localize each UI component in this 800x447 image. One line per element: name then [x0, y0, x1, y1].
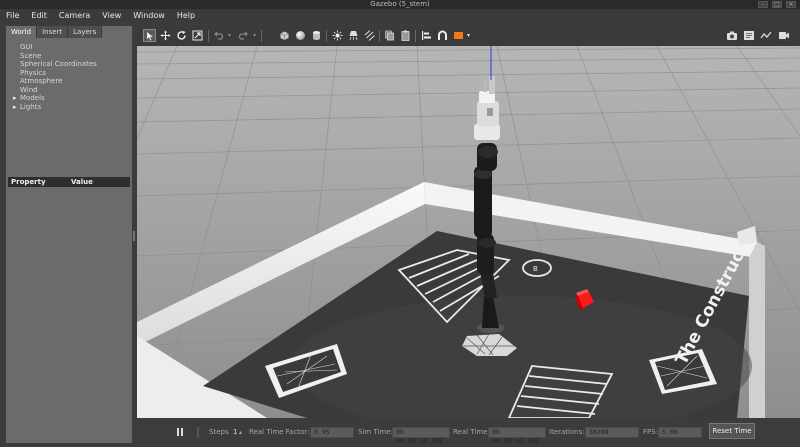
- time-panel: Steps 1 ▴ Real Time Factor: 0.95 Sim Tim…: [137, 418, 800, 447]
- steps-label: Steps: [209, 428, 229, 436]
- cylinder-icon[interactable]: [310, 29, 323, 42]
- real-time-factor-field: 0.95: [310, 427, 354, 438]
- steps-stepper-icon[interactable]: ▴: [239, 427, 242, 438]
- value-column-header: Value: [71, 178, 93, 186]
- real-time-label: Real Time:: [453, 428, 490, 436]
- tree-item-physics[interactable]: Physics: [20, 69, 132, 78]
- redo-icon[interactable]: [237, 29, 250, 42]
- undo-icon[interactable]: [212, 29, 225, 42]
- pause-icon[interactable]: [173, 425, 186, 438]
- log-icon[interactable]: [742, 29, 755, 42]
- time-panel-separator: [197, 427, 199, 438]
- panel-tabs: World Insert Layers: [6, 26, 103, 38]
- toolbar-separator: [261, 30, 262, 42]
- sphere-icon[interactable]: [294, 29, 307, 42]
- iterations-label: Iterations:: [549, 428, 585, 436]
- reset-time-button[interactable]: Reset Time: [709, 423, 755, 439]
- tab-world[interactable]: World: [6, 26, 38, 38]
- tab-insert[interactable]: Insert: [37, 26, 69, 38]
- menu-window[interactable]: Window: [133, 11, 165, 20]
- iterations-field: 38288: [585, 427, 639, 438]
- menu-camera[interactable]: Camera: [59, 11, 90, 20]
- scale-icon[interactable]: [191, 29, 204, 42]
- real-time-factor-label: Real Time Factor:: [249, 428, 310, 436]
- menu-file[interactable]: File: [6, 11, 19, 20]
- left-panel: World Insert Layers GUI Scene Spherical …: [6, 26, 132, 443]
- paste-icon[interactable]: [399, 29, 412, 42]
- property-column-header: Property: [11, 178, 46, 186]
- box-icon[interactable]: [278, 29, 291, 42]
- copy-icon[interactable]: [383, 29, 396, 42]
- close-button[interactable]: ×: [786, 1, 796, 8]
- directional-light-icon[interactable]: [363, 29, 376, 42]
- translate-icon[interactable]: [159, 29, 172, 42]
- real-time-field: 00 00:00:41.463: [488, 427, 546, 445]
- toolbar-separator: [208, 30, 209, 42]
- change-view-icon[interactable]: [452, 29, 465, 42]
- screenshot-icon[interactable]: [725, 29, 738, 42]
- rotate-icon[interactable]: [175, 29, 188, 42]
- point-light-icon[interactable]: [331, 29, 344, 42]
- floor-circle-label: B: [533, 265, 538, 273]
- plot-icon[interactable]: [759, 29, 772, 42]
- toolbar-separator: [415, 30, 416, 42]
- window-title: Gazebo (5_stem): [370, 0, 430, 8]
- record-icon[interactable]: [777, 29, 790, 42]
- tree-item-lights[interactable]: Lights: [13, 103, 132, 112]
- spot-light-icon[interactable]: [347, 29, 360, 42]
- align-icon[interactable]: [420, 29, 433, 42]
- fps-field: 5.00: [658, 427, 702, 438]
- window-titlebar: Gazebo (5_stem) – □ ×: [0, 0, 800, 9]
- undo-history-icon[interactable]: ▾: [226, 29, 233, 42]
- tree-item-models[interactable]: Models: [13, 94, 132, 103]
- panel-splitter[interactable]: [132, 26, 136, 443]
- snap-icon[interactable]: [436, 29, 449, 42]
- property-table-body: [8, 187, 130, 441]
- menu-view[interactable]: View: [102, 11, 121, 20]
- world-tree: GUI Scene Spherical Coordinates Physics …: [6, 40, 132, 200]
- scene-render[interactable]: B The Construct: [137, 46, 800, 418]
- minimize-button[interactable]: –: [758, 1, 768, 8]
- view-dropdown-icon[interactable]: ▾: [465, 29, 472, 42]
- toolbar-separator: [326, 30, 327, 42]
- menu-bar: File Edit Camera View Window Help: [0, 9, 800, 22]
- tree-item-atmosphere[interactable]: Atmosphere: [20, 77, 132, 86]
- tree-item-wind[interactable]: Wind: [20, 86, 132, 95]
- tree-item-scene[interactable]: Scene: [20, 52, 132, 61]
- menu-edit[interactable]: Edit: [31, 11, 47, 20]
- sim-time-field: 00 00:00:38.288: [392, 427, 450, 445]
- tree-item-gui[interactable]: GUI: [20, 43, 132, 52]
- toolbar: ▾ ▾ ▾: [137, 26, 800, 46]
- sim-time-label: Sim Time:: [358, 428, 393, 436]
- 3d-viewport[interactable]: B The Construct: [137, 46, 800, 418]
- fps-label: FPS:: [643, 428, 659, 436]
- steps-value[interactable]: 1: [233, 427, 237, 438]
- maximize-button[interactable]: □: [772, 1, 782, 8]
- redo-history-icon[interactable]: ▾: [251, 29, 258, 42]
- menu-help[interactable]: Help: [177, 11, 195, 20]
- property-table-header: Property Value: [8, 177, 130, 187]
- select-icon[interactable]: [143, 29, 156, 42]
- tree-item-spherical-coordinates[interactable]: Spherical Coordinates: [20, 60, 132, 69]
- arena-wall-right: [749, 242, 765, 418]
- toolbar-separator: [379, 30, 380, 42]
- tab-layers[interactable]: Layers: [68, 26, 103, 38]
